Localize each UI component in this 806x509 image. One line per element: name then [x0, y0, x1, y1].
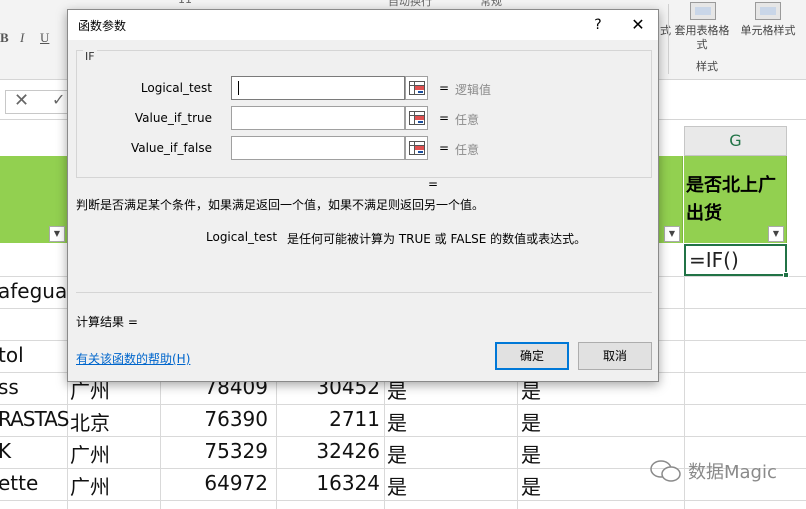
cell-a[interactable]: ette	[0, 471, 38, 495]
cell-b[interactable]: 北京	[70, 407, 110, 436]
close-icon[interactable]: ✕	[623, 13, 653, 37]
cell-e[interactable]: 是	[387, 407, 407, 436]
cell-a[interactable]: K	[0, 439, 11, 463]
arg-equals: =	[439, 111, 450, 125]
dialog-title: 函数参数	[78, 19, 127, 33]
table-format-icon	[690, 2, 716, 20]
cell-b[interactable]: 广州	[70, 471, 110, 500]
check-icon[interactable]: ✓	[52, 90, 65, 109]
wrap-text-button[interactable]: 自动换行	[388, 0, 432, 9]
argument-description-name: Logical_test	[206, 230, 278, 244]
cell-c[interactable]: 75329	[160, 439, 268, 463]
ribbon-separator	[668, 4, 669, 74]
function-result-equals: =	[428, 177, 439, 191]
range-select-icon	[409, 81, 425, 95]
arg-label-value-if-true: Value_if_true	[134, 111, 212, 125]
dialog-titlebar[interactable]: 函数参数 ? ✕	[68, 10, 658, 40]
table-format-label: 套用表格格式	[674, 24, 730, 51]
range-select-icon	[409, 141, 425, 155]
logical-test-input[interactable]	[231, 76, 405, 100]
help-icon[interactable]: ?	[583, 13, 613, 37]
font-size-box[interactable]: 11	[178, 0, 192, 6]
filter-dropdown-icon[interactable]: ▼	[768, 226, 784, 242]
arg-hint-logical-test: 逻辑值	[455, 83, 492, 97]
cell-d[interactable]: 16324	[276, 471, 380, 495]
table-row: K 广州 75329 32426 是 是	[0, 436, 806, 468]
cancel-button[interactable]: 取消	[578, 342, 652, 370]
cell-a[interactable]: RASTAS	[0, 407, 70, 431]
cell-a[interactable]: tol	[0, 343, 24, 367]
cell-c[interactable]: 64972	[160, 471, 268, 495]
close-icon[interactable]: ✕	[14, 90, 29, 111]
fill-handle[interactable]	[783, 272, 789, 278]
cell-d[interactable]: 32426	[276, 439, 380, 463]
table-row: RASTAS 北京 76390 2711 是 是	[0, 404, 806, 436]
cell-b[interactable]: 广州	[70, 439, 110, 468]
ok-button[interactable]: 确定	[495, 342, 569, 370]
cell-style-label: 单元格样式	[740, 24, 796, 37]
value-if-true-input[interactable]	[231, 106, 405, 130]
value-if-false-input[interactable]	[231, 136, 405, 160]
underline-button[interactable]: U	[40, 30, 49, 46]
function-name: IF	[83, 50, 97, 63]
arg-equals: =	[439, 81, 450, 95]
collapse-dialog-button[interactable]	[405, 106, 428, 130]
filter-dropdown-icon[interactable]: ▼	[664, 226, 680, 242]
table-row: ette 广州 64972 16324 是 是	[0, 468, 806, 500]
cell-f[interactable]: 是	[521, 407, 541, 436]
cell-f[interactable]: 是	[521, 439, 541, 468]
function-description: 判断是否满足某个条件，如果满足返回一个值，如果不满足则返回另一个值。	[76, 198, 485, 212]
italic-button[interactable]: I	[20, 30, 24, 46]
cell-style-icon	[755, 2, 781, 20]
divider	[76, 292, 652, 293]
arg-equals: =	[439, 141, 450, 155]
collapse-dialog-button[interactable]	[405, 76, 428, 100]
cell-style-button[interactable]: 单元格样式	[734, 24, 802, 38]
header-g-text: 是否北上广出货	[686, 175, 776, 224]
arg-label-value-if-false: Value_if_false	[130, 141, 212, 155]
number-format-select[interactable]: 常规	[480, 0, 502, 9]
wechat-icon	[650, 460, 681, 482]
range-select-icon	[409, 111, 425, 125]
grid-line	[0, 500, 806, 501]
function-arguments-dialog: 函数参数 ? ✕ IF Logical_test = 逻辑值 Value_if_…	[67, 9, 659, 382]
style-group-label: 样式	[696, 60, 718, 73]
watermark-text: 数据Magic	[688, 462, 777, 483]
cell-f[interactable]: 是	[521, 471, 541, 500]
cell-e[interactable]: 是	[387, 471, 407, 500]
arg-label-logical-test: Logical_test	[140, 81, 212, 95]
active-cell-g[interactable]: =IF()	[684, 244, 787, 276]
cell-a[interactable]: ss	[0, 375, 19, 399]
calculation-result: 计算结果 =	[76, 315, 138, 329]
cell-e[interactable]: 是	[387, 439, 407, 468]
argument-description-text: 是任何可能被计算为 TRUE 或 FALSE 的数值或表达式。	[287, 232, 587, 246]
collapse-dialog-button[interactable]	[405, 136, 428, 160]
function-help-link[interactable]: 有关该函数的帮助(H)	[76, 350, 190, 367]
bold-button[interactable]: B	[0, 30, 9, 46]
cell-d[interactable]: 2711	[276, 407, 380, 431]
arg-hint-value-if-false: 任意	[455, 143, 480, 157]
cell-a[interactable]: afegua	[0, 279, 67, 303]
cell-c[interactable]: 76390	[160, 407, 268, 431]
arguments-group: IF Logical_test = 逻辑值 Value_if_true = 任意…	[76, 50, 652, 178]
filter-dropdown-icon[interactable]: ▼	[49, 226, 65, 242]
arg-hint-value-if-true: 任意	[455, 113, 480, 127]
table-format-button[interactable]: 套用表格格式	[672, 24, 732, 52]
ribbon-partial-label: 式	[660, 24, 671, 37]
column-header-g[interactable]: G	[684, 126, 787, 156]
